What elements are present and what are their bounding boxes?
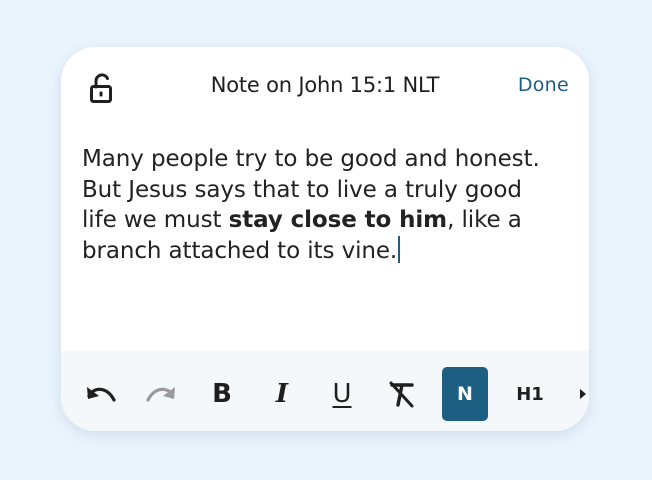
redo-button[interactable]: [139, 367, 183, 421]
note-text-area[interactable]: Many people try to be good and honest. B…: [82, 144, 562, 266]
heading1-button[interactable]: H1: [507, 367, 553, 421]
triangle-right-icon: [579, 388, 587, 400]
normal-style-button[interactable]: N: [442, 367, 488, 421]
note-title: Note on John 15:1 NLT: [210, 73, 440, 97]
note-editor-card: Note on John 15:1 NLT Done Many people t…: [61, 47, 589, 431]
bold-button[interactable]: B: [201, 367, 243, 421]
underline-button[interactable]: U: [321, 367, 363, 421]
editor-header: Note on John 15:1 NLT Done: [61, 47, 589, 129]
format-toolbar: B I U N H1: [61, 351, 589, 431]
clear-formatting-button[interactable]: [381, 367, 423, 421]
italic-button[interactable]: I: [261, 367, 303, 421]
text-caret: [398, 235, 401, 263]
done-button[interactable]: Done: [518, 74, 569, 96]
note-text-bold: stay close to him: [228, 207, 448, 233]
clear-formatting-icon: [387, 380, 417, 408]
undo-icon: [84, 382, 118, 406]
toolbar-more-button[interactable]: [577, 367, 589, 421]
undo-button[interactable]: [79, 367, 123, 421]
redo-icon: [144, 382, 178, 406]
